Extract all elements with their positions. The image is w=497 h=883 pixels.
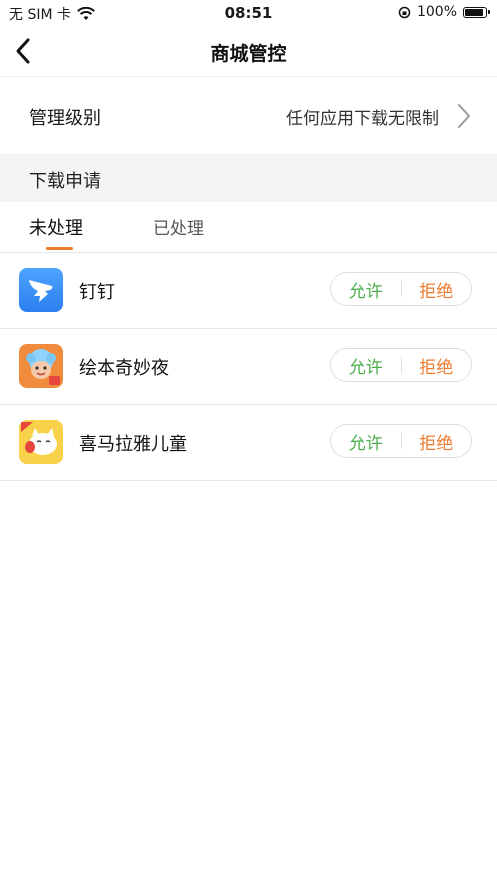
management-level-label: 管理级别 <box>29 108 101 129</box>
allow-button[interactable]: 允许 <box>331 277 401 302</box>
app-name: 喜马拉雅儿童 <box>79 434 187 455</box>
chevron-right-icon <box>458 104 470 128</box>
navigation-bar: 商城管控 <box>0 26 497 77</box>
ximalaya-kids-icon <box>19 420 63 464</box>
reject-button[interactable]: 拒绝 <box>402 429 472 454</box>
reject-button[interactable]: 拒绝 <box>402 353 472 378</box>
orientation-lock-icon <box>398 6 411 18</box>
tab-bar: 未处理 已处理 <box>0 202 497 253</box>
list-item: 钉钉 允许 拒绝 <box>0 253 497 329</box>
tab-pending[interactable]: 未处理 <box>29 214 83 240</box>
battery-icon <box>463 6 490 18</box>
page-title: 商城管控 <box>210 43 287 65</box>
management-level-value: 任何应用下载无限制 <box>286 109 439 129</box>
app-name: 钉钉 <box>79 282 115 303</box>
allow-button[interactable]: 允许 <box>331 429 401 454</box>
action-group: 允许 拒绝 <box>330 348 472 382</box>
action-group: 允许 拒绝 <box>330 424 472 458</box>
active-tab-indicator <box>46 247 73 250</box>
request-list: 钉钉 允许 拒绝 绘本奇妙夜 允许 拒绝 喜马拉雅儿童 允许 拒绝 <box>0 253 497 481</box>
status-bar: 无 SIM 卡 08:51 100% <box>0 0 497 26</box>
app-name: 绘本奇妙夜 <box>79 358 169 379</box>
action-group: 允许 拒绝 <box>330 272 472 306</box>
dingtalk-icon <box>19 268 63 312</box>
reject-button[interactable]: 拒绝 <box>402 277 472 302</box>
download-requests-header: 下载申请 <box>0 154 497 202</box>
picturebook-icon <box>19 344 63 388</box>
section-title: 下载申请 <box>29 171 101 192</box>
battery-percent: 100% <box>416 4 457 20</box>
list-item: 喜马拉雅儿童 允许 拒绝 <box>0 405 497 481</box>
status-right: 100% <box>398 4 490 20</box>
list-item: 绘本奇妙夜 允许 拒绝 <box>0 329 497 405</box>
tab-processed[interactable]: 已处理 <box>153 214 204 239</box>
management-level-row[interactable]: 管理级别 任何应用下载无限制 <box>0 77 497 154</box>
allow-button[interactable]: 允许 <box>331 353 401 378</box>
